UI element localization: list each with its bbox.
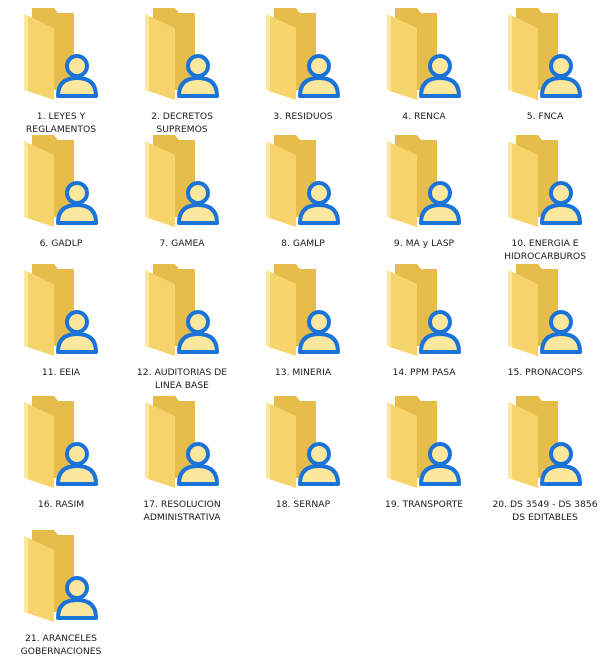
folder-label: 18. SERNAP (275, 499, 331, 510)
folder-label: 4. RENCA (402, 111, 446, 122)
folder-label: 5. FNCA (526, 111, 564, 122)
folder-label: 7. GAMEA (159, 238, 205, 249)
folder-item[interactable]: 15. PRONACOPS (486, 258, 600, 386)
folder-icon (486, 390, 600, 490)
folder-icon (123, 258, 241, 358)
folder-label: 9. MA y LASP (393, 238, 455, 249)
folder-icon (123, 2, 241, 102)
folder-item[interactable]: 21. ARANCELES GOBERNACIONES (2, 524, 120, 657)
folder-item[interactable]: 14. PPM PASA (365, 258, 483, 386)
folder-item[interactable]: 7. GAMEA (123, 129, 241, 257)
folder-label: 20. DS 3549 - DS 3856 DS EDITABLES (492, 499, 598, 523)
folder-item[interactable]: 18. SERNAP (244, 390, 362, 518)
folder-label: 12. AUDITORIAS DE LINEA BASE (136, 367, 228, 391)
folder-icon (244, 390, 362, 490)
folder-item[interactable]: 17. RESOLUCION ADMINISTRATIVA (123, 390, 241, 523)
folder-icon (486, 258, 600, 358)
folder-icon (365, 390, 483, 490)
folder-label: 13. MINERIA (274, 367, 332, 378)
folder-label: 6. GADLP (39, 238, 83, 249)
folder-icon (2, 258, 120, 358)
folder-icon (2, 2, 120, 102)
folder-icon (123, 390, 241, 490)
folder-label: 11. EEIA (41, 367, 81, 378)
folder-item[interactable]: 20. DS 3549 - DS 3856 DS EDITABLES (486, 390, 600, 523)
folder-item[interactable]: 19. TRANSPORTE (365, 390, 483, 518)
folder-item[interactable]: 1. LEYES Y REGLAMENTOS (2, 2, 120, 135)
folder-item[interactable]: 9. MA y LASP (365, 129, 483, 257)
folder-icon (365, 129, 483, 229)
folder-label: 14. PPM PASA (392, 367, 456, 378)
folder-item[interactable]: 12. AUDITORIAS DE LINEA BASE (123, 258, 241, 391)
folder-icon (2, 390, 120, 490)
folder-icon (486, 2, 600, 102)
folder-label: 17. RESOLUCION ADMINISTRATIVA (143, 499, 221, 523)
folder-item[interactable]: 2. DECRETOS SUPREMOS (123, 2, 241, 135)
folder-icon (365, 2, 483, 102)
folder-label: 3. RESIDUOS (273, 111, 333, 122)
folder-icon (365, 258, 483, 358)
folder-item[interactable]: 4. RENCA (365, 2, 483, 130)
folder-label: 15. PRONACOPS (507, 367, 583, 378)
folder-label: 19. TRANSPORTE (384, 499, 464, 510)
folder-item[interactable]: 8. GAMLP (244, 129, 362, 257)
folder-grid: 1. LEYES Y REGLAMENTOS 2. DECRETOS SUPRE… (0, 0, 600, 661)
folder-label: 21. ARANCELES GOBERNACIONES (20, 633, 102, 657)
folder-item[interactable]: 16. RASIM (2, 390, 120, 518)
folder-icon (244, 258, 362, 358)
folder-item[interactable]: 3. RESIDUOS (244, 2, 362, 130)
folder-item[interactable]: 5. FNCA (486, 2, 600, 130)
folder-icon (123, 129, 241, 229)
folder-icon (244, 2, 362, 102)
folder-icon (244, 129, 362, 229)
folder-icon (2, 524, 120, 624)
folder-item[interactable]: 10. ENERGIA E HIDROCARBUROS (486, 129, 600, 262)
folder-label: 16. RASIM (37, 499, 85, 510)
folder-item[interactable]: 11. EEIA (2, 258, 120, 386)
folder-item[interactable]: 13. MINERIA (244, 258, 362, 386)
folder-item[interactable]: 6. GADLP (2, 129, 120, 257)
folder-label: 8. GAMLP (281, 238, 325, 249)
folder-icon (2, 129, 120, 229)
folder-icon (486, 129, 600, 229)
